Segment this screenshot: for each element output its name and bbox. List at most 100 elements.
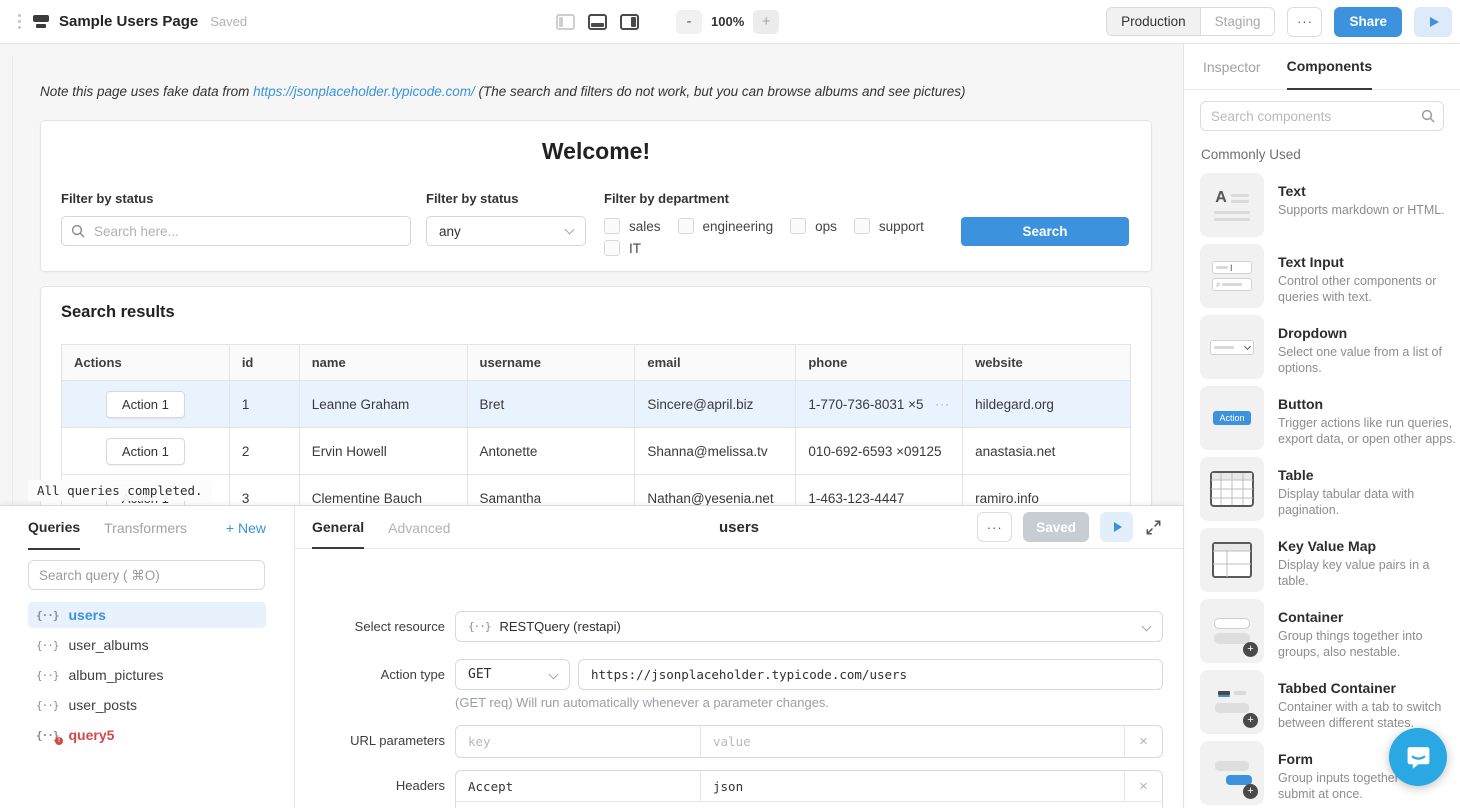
status-dropdown[interactable]: any — [426, 216, 586, 246]
filter-department-group: Filter by department sales engineering o… — [604, 191, 976, 256]
column-header[interactable]: email — [635, 345, 796, 381]
chevron-down-icon — [1142, 622, 1152, 632]
tab-transformers[interactable]: Transformers — [104, 506, 187, 550]
tab-advanced[interactable]: Advanced — [388, 506, 450, 549]
add-header-button[interactable]: + Add new — [456, 802, 1162, 808]
component-table[interactable]: TableDisplay tabular data with paginatio… — [1200, 457, 1444, 521]
row-action-button[interactable]: Action 1 — [106, 438, 185, 465]
query-run-button[interactable] — [1100, 512, 1133, 542]
preview-run-button[interactable] — [1414, 7, 1452, 37]
url-input[interactable] — [578, 659, 1163, 690]
action-type-select[interactable]: GET — [455, 659, 570, 690]
form-component-icon: + — [1200, 741, 1264, 805]
checkbox-icon[interactable] — [790, 218, 806, 234]
error-badge: ! — [55, 737, 63, 745]
url-parameters-label: URL parameters — [295, 725, 445, 756]
code-braces-icon: {··} — [36, 669, 59, 682]
header-value-input[interactable] — [701, 771, 1124, 801]
drag-handle-icon[interactable] — [18, 14, 21, 17]
toggle-right-panel-icon[interactable] — [620, 14, 639, 30]
query-saved-button[interactable]: Saved — [1023, 512, 1089, 542]
search-button[interactable]: Search — [961, 217, 1129, 246]
resource-select[interactable]: {··} RESTQuery (restapi) — [455, 611, 1163, 642]
column-header[interactable]: username — [467, 345, 635, 381]
component-key-value-map[interactable]: Key Value MapDisplay key value pairs in … — [1200, 528, 1444, 592]
checkbox-it[interactable]: IT — [604, 240, 641, 256]
component-dropdown[interactable]: DropdownSelect one value from a list of … — [1200, 315, 1444, 379]
query-item-users[interactable]: {··} users — [28, 602, 266, 628]
query-list-pane: Queries Transformers + New {··} users {·… — [0, 506, 295, 808]
expand-icon — [1146, 520, 1161, 535]
query-item-query5[interactable]: {··}! query5 — [28, 722, 266, 748]
expand-editor-button[interactable] — [1144, 518, 1163, 537]
plus-badge-icon: + — [1243, 713, 1258, 728]
remove-row-button[interactable]: × — [1124, 726, 1162, 757]
component-tabbed-container[interactable]: + Tabbed ContainerContainer with a tab t… — [1200, 670, 1444, 734]
zoom-in-button[interactable]: + — [753, 10, 779, 34]
query-item-user-albums[interactable]: {··} user_albums — [28, 632, 266, 658]
welcome-container: Welcome! Filter by status Filter by stat… — [40, 120, 1152, 272]
row-action-button[interactable]: Action 1 — [106, 391, 185, 418]
query-more-button[interactable]: ··· — [977, 512, 1012, 542]
cell-overflow-icon[interactable]: ··· — [935, 397, 950, 411]
header-key-input[interactable] — [456, 771, 701, 801]
tab-components[interactable]: Components — [1287, 44, 1373, 90]
env-staging-button[interactable]: Staging — [1201, 8, 1275, 35]
column-header[interactable]: website — [963, 345, 1131, 381]
checkbox-icon[interactable] — [854, 218, 870, 234]
column-header[interactable]: Actions — [62, 345, 230, 381]
save-status: Saved — [210, 14, 247, 29]
text-input-component-icon: I ⌕ — [1200, 244, 1264, 308]
component-text[interactable]: A TextSupports markdown or HTML. — [1200, 173, 1444, 237]
param-key-input[interactable] — [456, 726, 701, 757]
param-value-input[interactable] — [701, 726, 1124, 757]
zoom-out-button[interactable]: - — [676, 10, 702, 34]
checkbox-sales[interactable]: sales — [604, 218, 661, 234]
page-title: Sample Users Page — [59, 13, 198, 30]
checkbox-ops[interactable]: ops — [790, 218, 837, 234]
share-button[interactable]: Share — [1334, 7, 1402, 37]
query-search-input[interactable] — [28, 560, 265, 590]
tab-general[interactable]: General — [312, 506, 364, 549]
checkbox-icon[interactable] — [604, 218, 620, 234]
table-component-icon — [1200, 457, 1264, 521]
component-button[interactable]: Action ButtonTrigger actions like run qu… — [1200, 386, 1444, 450]
column-header[interactable]: phone — [796, 345, 963, 381]
table-row[interactable]: Action 1 1 Leanne Graham Bret Sincere@ap… — [62, 381, 1131, 428]
commonly-used-label: Commonly Used — [1201, 147, 1443, 162]
toggle-bottom-panel-icon[interactable] — [588, 14, 607, 30]
table-row[interactable]: Action 1 3 Clementine Bauch Samantha Nat… — [62, 475, 1131, 506]
column-header[interactable]: name — [299, 345, 467, 381]
checkbox-icon[interactable] — [604, 240, 620, 256]
queries-completed-toast: All queries completed. — [28, 480, 212, 501]
header-more-button[interactable]: ··· — [1287, 7, 1322, 37]
component-text-input[interactable]: I ⌕ Text InputControl other components o… — [1200, 244, 1444, 308]
remove-row-button[interactable]: × — [1124, 771, 1162, 801]
components-search-input[interactable] — [1200, 101, 1444, 131]
status-search-input[interactable] — [61, 216, 411, 246]
search-results-title: Search results — [61, 303, 175, 322]
tab-queries[interactable]: Queries — [28, 506, 80, 550]
pages-icon[interactable] — [33, 15, 49, 28]
query-item-album-pictures[interactable]: {··} album_pictures — [28, 662, 266, 688]
panel-toggles — [556, 14, 639, 30]
table-row[interactable]: Action 1 2 Ervin Howell Antonette Shanna… — [62, 428, 1131, 475]
container-component-icon: + — [1200, 599, 1264, 663]
tab-inspector[interactable]: Inspector — [1203, 44, 1261, 90]
query-item-user-posts[interactable]: {··} user_posts — [28, 692, 266, 718]
text-component-icon: A — [1200, 173, 1264, 237]
filter-status2-label: Filter by status — [426, 191, 586, 206]
toggle-left-panel-icon[interactable] — [556, 14, 575, 30]
new-query-button[interactable]: + New — [226, 520, 266, 536]
app-header: Sample Users Page Saved - 100% + Product… — [0, 0, 1460, 44]
headers-label: Headers — [295, 770, 445, 801]
checkbox-engineering[interactable]: engineering — [678, 218, 774, 234]
users-table: Actions id name username email phone web… — [61, 344, 1131, 505]
component-container[interactable]: + ContainerGroup things together into gr… — [1200, 599, 1444, 663]
checkbox-icon[interactable] — [678, 218, 694, 234]
chat-widget-button[interactable] — [1389, 728, 1447, 786]
column-header[interactable]: id — [229, 345, 299, 381]
note-link[interactable]: https://jsonplaceholder.typicode.com/ — [253, 84, 475, 99]
env-production-button[interactable]: Production — [1107, 8, 1201, 35]
checkbox-support[interactable]: support — [854, 218, 924, 234]
